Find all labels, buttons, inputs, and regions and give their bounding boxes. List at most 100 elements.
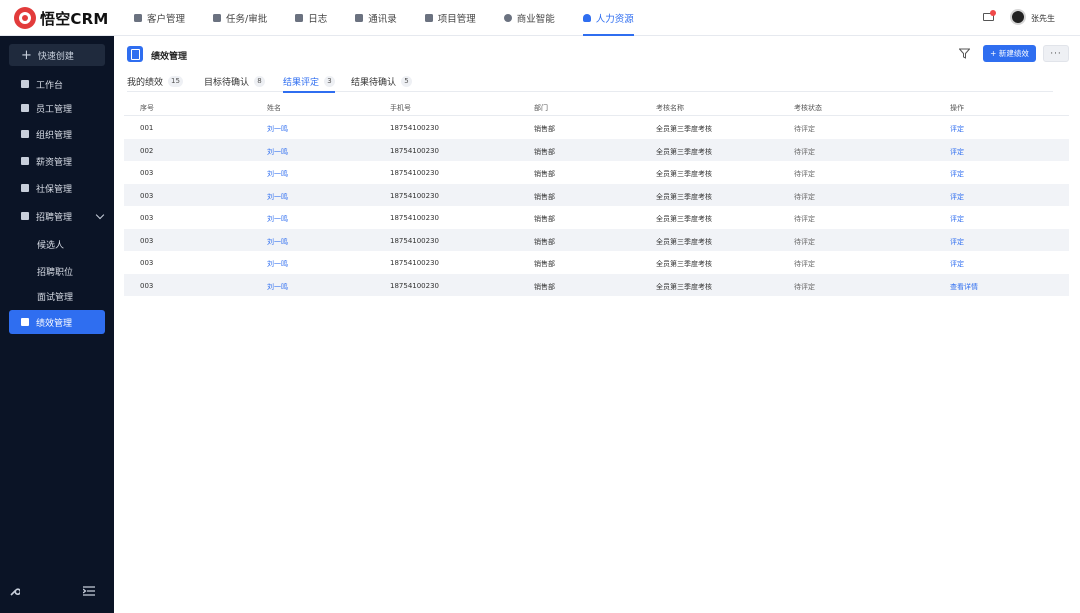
tab-result-confirm[interactable]: 结果待确认 5 — [351, 70, 413, 92]
table-header: 序号 姓名 手机号 部门 考核名称 考核状态 操作 — [124, 98, 1069, 116]
sidebar-item-performance[interactable]: 绩效管理 — [9, 310, 105, 334]
logo-icon — [14, 7, 36, 29]
cell-phone: 18754100230 — [390, 236, 439, 245]
log-icon — [295, 14, 304, 22]
social-security-icon — [21, 184, 29, 192]
project-icon — [424, 14, 433, 22]
cell-status: 待评定 — [794, 282, 815, 291]
cell-index: 003 — [140, 169, 154, 177]
page-title: 绩效管理 — [151, 52, 188, 62]
table-row: 002 刘一鸣 18754100230 销售部 全员第三季度考核 待评定 评定 — [124, 138, 1069, 161]
cell-action[interactable]: 评定 — [950, 259, 964, 269]
cell-action[interactable]: 评定 — [950, 192, 964, 202]
cell-index: 003 — [140, 236, 154, 245]
contacts-icon — [355, 14, 364, 22]
cell-name[interactable]: 刘一鸣 — [267, 282, 288, 292]
performance-icon — [21, 318, 29, 326]
cell-name[interactable]: 刘一鸣 — [267, 214, 288, 224]
tab-count: 3 — [324, 75, 336, 87]
tab-goal-confirm[interactable]: 目标待确认 8 — [204, 70, 266, 92]
sidebar-item-employees[interactable]: 员工管理 — [9, 96, 105, 120]
username[interactable]: 张先生 — [1031, 13, 1055, 24]
new-performance-button[interactable]: + 新建绩效 — [983, 45, 1036, 62]
header-name: 姓名 — [267, 104, 281, 112]
notification-badge — [990, 10, 996, 16]
cell-department: 销售部 — [534, 147, 555, 156]
sidebar-item-organization[interactable]: 组织管理 — [9, 122, 105, 146]
cell-name[interactable]: 刘一鸣 — [267, 147, 288, 157]
cell-phone: 18754100230 — [390, 146, 439, 155]
plus-icon: + — [21, 47, 32, 63]
recruitment-icon — [21, 212, 29, 220]
cell-action[interactable]: 评定 — [950, 237, 964, 247]
cell-index: 003 — [140, 281, 154, 290]
more-button[interactable]: ··· — [1043, 45, 1069, 62]
cell-assessment-name: 全员第三季度考核 — [656, 147, 712, 156]
cell-status: 待评定 — [794, 192, 815, 201]
briefcase-icon — [213, 14, 222, 22]
topnav-log[interactable]: 日志 — [295, 0, 327, 36]
cell-action[interactable]: 查看详情 — [950, 282, 978, 292]
cell-phone: 18754100230 — [390, 259, 439, 267]
cell-name[interactable]: 刘一鸣 — [267, 192, 288, 202]
top-bar: 悟空CRM 客户管理 任务/审批 日志 通讯录 项目管理 商业智能 人力资源 张… — [0, 0, 1080, 36]
cell-action[interactable]: 评定 — [950, 169, 964, 179]
sidebar-item-dashboard[interactable]: 工作台 — [9, 72, 105, 96]
cell-status: 待评定 — [794, 215, 815, 223]
customer-icon — [134, 14, 142, 22]
topnav-customer[interactable]: 客户管理 — [134, 0, 185, 36]
cell-department: 销售部 — [534, 170, 555, 178]
sidebar-item-recruitment[interactable]: 招聘管理 — [9, 204, 105, 228]
topnav-projects[interactable]: 项目管理 — [424, 0, 476, 36]
cell-name[interactable]: 刘一鸣 — [267, 259, 288, 269]
sidebar-item-social-security[interactable]: 社保管理 — [9, 176, 105, 200]
performance-table: 序号 姓名 手机号 部门 考核名称 考核状态 操作 001 刘一鸣 18754100… — [124, 98, 1069, 296]
cell-assessment-name: 全员第三季度考核 — [656, 125, 712, 133]
cell-action[interactable]: 评定 — [950, 147, 964, 157]
filter-icon[interactable] — [959, 48, 970, 59]
cell-name[interactable]: 刘一鸣 — [267, 237, 288, 247]
cell-name[interactable]: 刘一鸣 — [267, 169, 288, 179]
cell-assessment-name: 全员第三季度考核 — [656, 260, 712, 268]
collapse-menu-icon[interactable] — [83, 586, 95, 596]
header-assessment-name: 考核名称 — [656, 104, 684, 112]
logo-text: 悟空CRM — [40, 9, 109, 28]
performance-page-icon — [127, 46, 143, 62]
header-department: 部门 — [534, 104, 548, 112]
cell-name[interactable]: 刘一鸣 — [267, 124, 288, 134]
tab-my-performance[interactable]: 我的绩效 15 — [127, 70, 183, 92]
header-phone: 手机号 — [390, 104, 411, 112]
cell-assessment-name: 全员第三季度考核 — [656, 215, 712, 223]
sidebar-item-salary[interactable]: 薪资管理 — [9, 149, 105, 173]
cell-action[interactable]: 评定 — [950, 124, 964, 134]
cell-department: 销售部 — [534, 282, 555, 291]
table-row: 003 刘一鸣 18754100230 销售部 全员第三季度考核 待评定 评定 — [124, 206, 1069, 229]
org-icon — [21, 130, 29, 138]
wrench-icon[interactable] — [10, 586, 20, 596]
header-action: 操作 — [950, 104, 964, 112]
topnav-contacts[interactable]: 通讯录 — [355, 0, 397, 36]
topnav-bi[interactable]: 商业智能 — [503, 0, 555, 36]
table-row: 003 刘一鸣 18754100230 销售部 全员第三季度考核 待评定 评定 — [124, 228, 1069, 251]
quick-create-button[interactable]: + 快速创建 — [9, 44, 105, 66]
sidebar-item-positions[interactable]: 招聘职位 — [9, 259, 105, 283]
topnav-hr[interactable]: 人力资源 — [582, 0, 634, 36]
table-row: 001 刘一鸣 18754100230 销售部 全员第三季度考核 待评定 评定 — [124, 116, 1069, 139]
logo[interactable]: 悟空CRM — [14, 6, 109, 30]
tab-result-assessment[interactable]: 结果评定 3 — [283, 70, 336, 93]
sidebar: + 快速创建 工作台 员工管理 组织管理 薪资管理 社保管理 招聘管理 候选人 … — [0, 36, 114, 613]
topnav-tasks[interactable]: 任务/审批 — [213, 0, 267, 36]
sidebar-item-interviews[interactable]: 面试管理 — [9, 284, 105, 308]
cell-department: 销售部 — [534, 215, 555, 223]
cell-index: 002 — [140, 146, 154, 155]
avatar[interactable] — [1010, 9, 1026, 25]
cell-department: 销售部 — [534, 237, 555, 246]
cell-assessment-name: 全员第三季度考核 — [656, 192, 712, 201]
cell-assessment-name: 全员第三季度考核 — [656, 282, 712, 291]
table-row: 003 刘一鸣 18754100230 销售部 全员第三季度考核 待评定 评定 — [124, 161, 1069, 184]
cell-action[interactable]: 评定 — [950, 214, 964, 224]
sidebar-item-candidates[interactable]: 候选人 — [9, 232, 105, 256]
cell-phone: 18754100230 — [390, 281, 439, 290]
shield-icon — [503, 14, 512, 22]
cell-phone: 18754100230 — [390, 169, 439, 177]
